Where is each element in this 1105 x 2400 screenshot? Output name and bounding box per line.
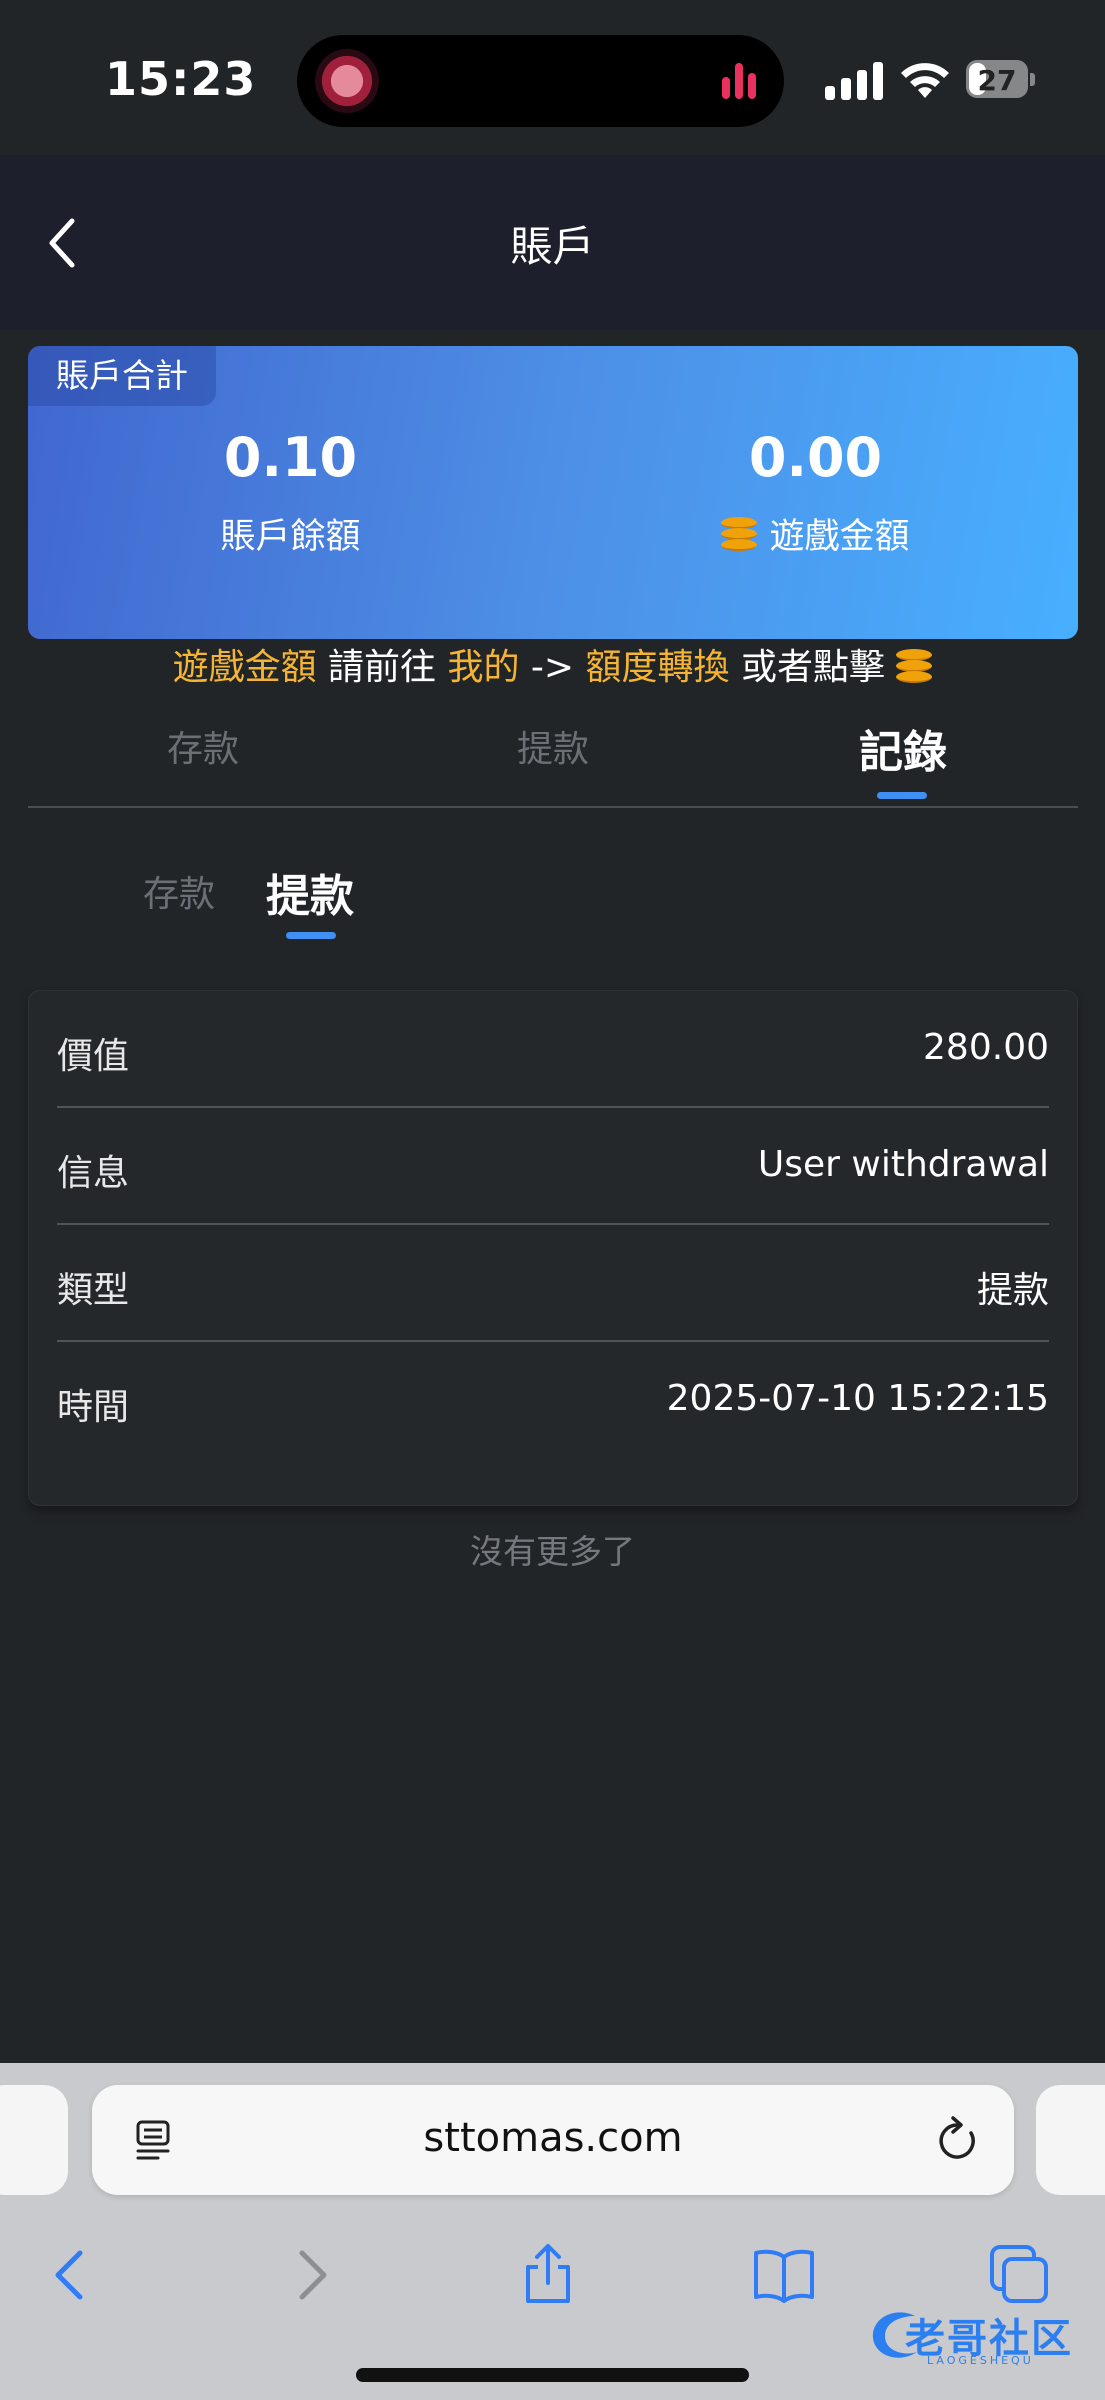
card-tag: 賬戶合計 [28,346,216,406]
next-tab-edge[interactable] [1036,2085,1105,2195]
wifi-icon [901,63,949,98]
browser-back-icon[interactable] [40,2243,104,2307]
tab-active-indicator [877,792,927,799]
battery-level: 27 [977,64,1017,97]
game-amount-column: 0.00 遊戲金額 [553,418,1078,559]
status-time: 15:23 [105,52,257,106]
hint-goto: 請前往 [316,647,448,688]
bookmarks-icon[interactable] [752,2243,816,2307]
tab-deposit[interactable]: 存款 [28,720,378,772]
record-value: 2025-07-10 15:22:15 [666,1378,1049,1419]
main-tabs: 存款 提款 記錄 [28,700,1078,808]
transfer-hint: 遊戲金額 請前往 我的 -> 額度轉換 或者點擊 [0,640,1105,696]
page-title: 賬戶 [510,222,595,271]
watermark-logo: 老哥社区 LAOGESHEQU [865,2302,1091,2376]
record-key: 信息 [57,1153,130,1194]
record-row-value: 價值 280.00 [57,991,1049,1108]
no-more-text: 沒有更多了 [470,1532,635,1571]
tabs-overview-icon[interactable] [988,2243,1052,2307]
tab-records[interactable]: 記錄 [728,716,1078,780]
hint-or-click: 或者點擊 [729,647,897,688]
game-amount-label: 遊戲金額 [769,517,910,557]
address-bar[interactable]: sttomas.com [92,2085,1014,2195]
hint-game-amount: 遊戲金額 [172,647,317,688]
coin-stack-icon[interactable] [721,516,758,551]
subtab-withdraw[interactable]: 提款 [266,860,354,924]
record-key: 類型 [57,1270,130,1311]
withdrawal-record-card: 價值 280.00 信息 User withdrawal 類型 提款 時間 20… [28,990,1078,1506]
balance-label: 賬戶餘額 [220,517,361,557]
status-bar: 15:23 27 [0,0,1105,155]
record-row-time: 時間 2025-07-10 15:22:15 [57,1342,1049,1457]
watermark-subtext: LAOGESHEQU [927,2354,1034,2367]
record-key: 價值 [57,1036,130,1077]
balance-value: 0.10 [223,426,358,489]
audio-bars-icon [722,63,758,99]
record-value: User withdrawal [757,1144,1049,1185]
record-key: 時間 [57,1387,130,1428]
record-row-info: 信息 User withdrawal [57,1108,1049,1225]
record-value: 提款 [976,1270,1049,1311]
reload-icon[interactable] [935,2115,981,2165]
cellular-signal-icon [825,62,883,100]
url-text: sttomas.com [423,2115,683,2161]
browser-forward-icon[interactable] [278,2243,342,2307]
coin-stack-icon[interactable] [896,649,933,683]
game-amount-value: 0.00 [748,426,883,489]
hint-mine-link[interactable]: 我的 [447,647,519,688]
balance-column: 0.10 賬戶餘額 [28,418,553,559]
account-summary-card: 賬戶合計 0.10 賬戶餘額 0.00 遊戲金額 [28,346,1078,639]
dynamic-island [297,35,784,127]
previous-tab-edge[interactable] [0,2085,68,2195]
share-icon[interactable] [516,2243,580,2307]
record-value: 280.00 [923,1027,1049,1068]
hint-arrow: -> [519,647,586,688]
subtab-deposit[interactable]: 存款 [143,865,215,917]
hint-transfer-link[interactable]: 額度轉換 [586,647,730,688]
subtab-active-indicator [286,932,336,939]
app-header: 賬戶 [0,155,1105,330]
live-activity-avatar-icon [315,49,379,113]
record-row-type: 類型 提款 [57,1225,1049,1342]
home-indicator [356,2368,749,2382]
tab-withdraw[interactable]: 提款 [378,720,728,772]
battery-icon: 27 [966,60,1036,100]
